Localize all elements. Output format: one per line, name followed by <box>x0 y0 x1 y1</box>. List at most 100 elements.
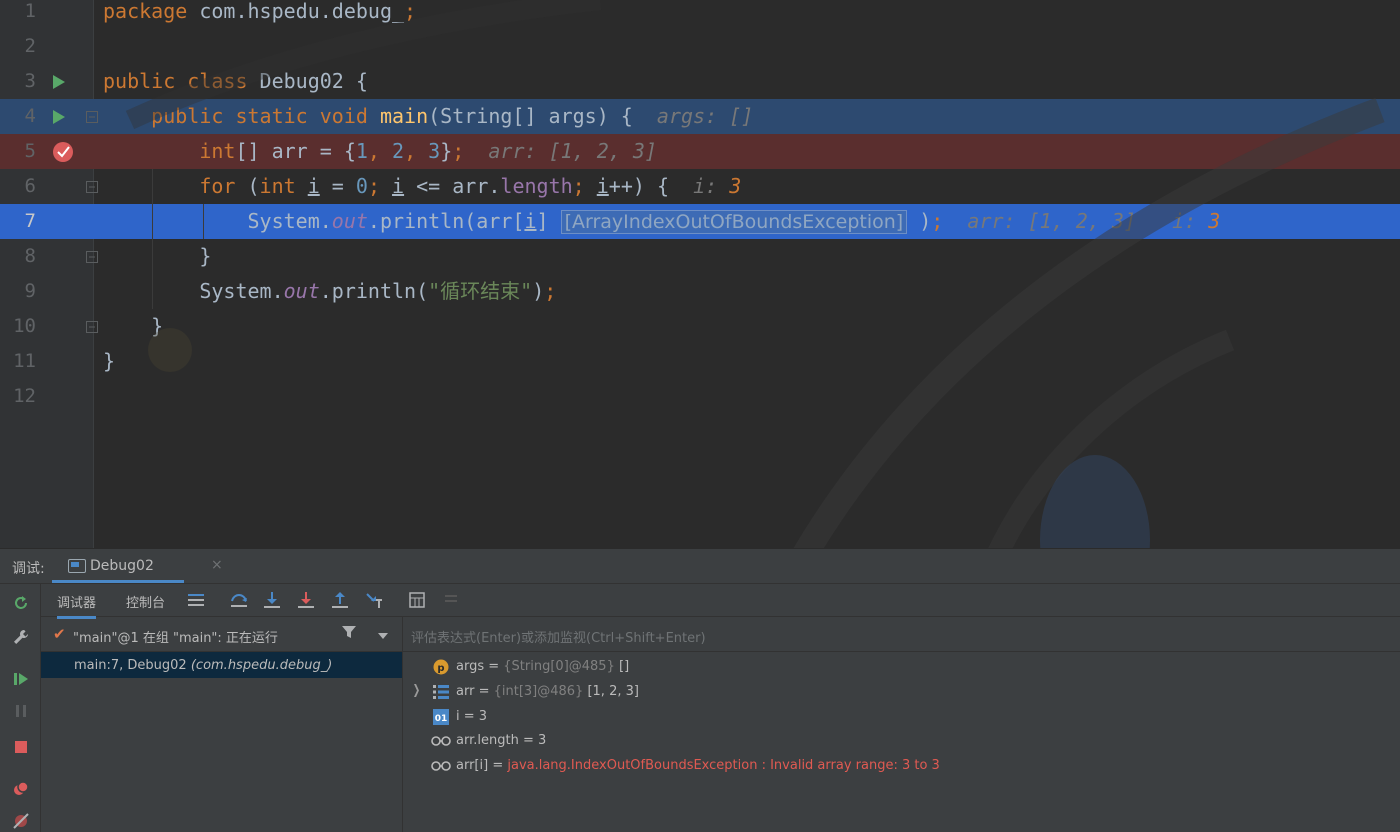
watch-icon <box>431 733 451 749</box>
variable-row[interactable]: arr[i] = java.lang.IndexOutOfBoundsExcep… <box>403 754 1400 779</box>
mute-breakpoints-icon[interactable] <box>12 812 30 830</box>
code-token: ++) { <box>608 174 694 198</box>
resume-icon[interactable] <box>12 670 30 688</box>
step-into-icon[interactable] <box>262 590 282 610</box>
code-token: ( <box>247 174 260 198</box>
inline-debug-value: args: [] <box>656 104 754 128</box>
code-line[interactable]: 4 public static void main(String[] args)… <box>0 99 1400 134</box>
wrench-icon[interactable] <box>12 628 30 646</box>
code-token: <= arr. <box>404 174 501 198</box>
line-number[interactable]: 6 <box>0 169 36 204</box>
code-line[interactable]: 3 public class Debug02 { <box>0 64 1400 99</box>
run-gutter-icon[interactable] <box>52 64 66 99</box>
code-line[interactable]: 1 package com.hspedu.debug_; <box>0 0 1400 29</box>
equals-sign: = <box>488 758 508 774</box>
debug-session-tab[interactable]: Debug02 × <box>52 549 223 583</box>
line-number[interactable]: 4 <box>0 99 36 134</box>
fold-icon[interactable] <box>86 239 98 274</box>
variable-name: arr <box>456 683 475 699</box>
code-token: , <box>404 139 429 163</box>
variable-row[interactable]: 01 i = 3 <box>403 705 1400 730</box>
code-token: package <box>103 0 200 23</box>
variable-text: arr.length = 3 <box>456 733 546 748</box>
code-token: } <box>440 139 453 163</box>
code-token: , <box>367 139 393 163</box>
code-token: 1 <box>355 139 368 163</box>
line-number[interactable]: 10 <box>0 309 36 344</box>
filter-icon[interactable] <box>341 624 357 644</box>
run-config-icon <box>68 559 86 573</box>
code-line[interactable]: 2 <box>0 29 1400 64</box>
tab-console[interactable]: 控制台 <box>126 592 165 611</box>
inline-debug-value: arr: [1, 2, 3] <box>488 139 657 163</box>
pause-icon[interactable] <box>12 702 30 720</box>
code-token: .println(arr[ <box>367 209 525 233</box>
view-breakpoints-icon[interactable] <box>12 780 30 798</box>
tab-debugger[interactable]: 调试器 <box>57 592 97 619</box>
rerun-icon[interactable] <box>12 594 30 612</box>
code-line[interactable]: 9 System.out.println("循环结束"); <box>0 274 1400 309</box>
line-number[interactable]: 3 <box>0 64 36 99</box>
check-icon: ✔ <box>53 625 66 643</box>
variable-value: 3 <box>537 733 547 749</box>
code-text: public static void main(String[] args) {… <box>103 99 753 134</box>
line-number[interactable]: 9 <box>0 274 36 309</box>
layout-menu-icon[interactable] <box>186 590 206 610</box>
close-icon[interactable]: × <box>211 557 223 573</box>
code-token: public class <box>103 69 260 93</box>
step-over-icon[interactable] <box>229 590 249 610</box>
variable-text: arr = {int[3]@486} [1, 2, 3] <box>456 684 639 699</box>
code-token: int <box>259 174 308 198</box>
inline-debug-value: arr: [1, 2, 3] i: <box>967 209 1209 233</box>
line-number[interactable]: 5 <box>0 134 36 169</box>
thread-label: "main"@1 在组 "main": 正在运行 <box>73 631 278 646</box>
breakpoint-icon[interactable] <box>52 134 74 169</box>
variable-row[interactable]: ❯ arr = {int[3]@486} [1, 2, 3] <box>403 680 1400 705</box>
code-line[interactable]: 6 for (int i = 0; i <= arr.length; i++) … <box>0 169 1400 204</box>
code-token: out <box>283 279 320 303</box>
step-out-icon[interactable] <box>330 590 350 610</box>
line-number[interactable]: 11 <box>0 344 36 379</box>
chevron-down-icon[interactable] <box>377 629 389 644</box>
trace-stream-icon[interactable] <box>441 590 461 610</box>
code-line[interactable]: 7 System.out.println(arr[i] [ArrayIndexO… <box>0 204 1400 239</box>
code-token: ; <box>544 279 557 303</box>
array-icon <box>433 684 449 700</box>
code-line[interactable]: 8 } <box>0 239 1400 274</box>
run-gutter-icon[interactable] <box>52 99 66 134</box>
evaluate-expression-icon[interactable] <box>407 590 427 610</box>
variable-type: {int[3]@486} <box>493 683 584 699</box>
fold-icon[interactable] <box>86 169 98 204</box>
primitive-icon: 01 <box>433 708 449 725</box>
stack-frame-selected[interactable]: main:7, Debug02 (com.hspedu.debug_) <box>41 652 402 678</box>
variable-row[interactable]: arr.length = 3 <box>403 729 1400 754</box>
code-line[interactable]: 11} <box>0 344 1400 379</box>
line-number[interactable]: 12 <box>0 379 36 414</box>
line-number[interactable]: 8 <box>0 239 36 274</box>
code-editor[interactable]: 1 package com.hspedu.debug_; 2 3 public clas… <box>0 0 1400 548</box>
line-number[interactable]: 7 <box>0 204 36 239</box>
debug-session-tab-label: Debug02 <box>90 558 154 574</box>
code-line[interactable]: 5 int[] arr = {1, 2, 3}; arr: [1, 2, 3] <box>0 134 1400 169</box>
expand-arrow-icon[interactable]: ❯ <box>413 683 421 698</box>
stop-icon[interactable] <box>12 738 30 756</box>
code-token: ; <box>931 209 968 233</box>
variable-value: 3 <box>478 708 488 724</box>
line-number[interactable]: 1 <box>0 0 36 29</box>
variable-text: args = {String[0]@485} [] <box>456 659 629 674</box>
code-token: Debug02 { <box>259 69 368 93</box>
code-line[interactable]: 10 } <box>0 309 1400 344</box>
fold-icon[interactable] <box>86 309 98 344</box>
variable-text: i = 3 <box>456 709 487 724</box>
line-number[interactable]: 2 <box>0 29 36 64</box>
evaluate-expression-field[interactable]: 评估表达式(Enter)或添加监视(Ctrl+Shift+Enter) <box>403 617 1400 652</box>
variable-error-value: java.lang.IndexOutOfBoundsException : In… <box>507 758 940 774</box>
fold-icon[interactable] <box>86 99 98 134</box>
code-line[interactable]: 12 <box>0 379 1400 414</box>
thread-selector[interactable]: ✔ "main"@1 在组 "main": 正在运行 <box>41 617 402 652</box>
code-token: } <box>103 314 164 338</box>
run-to-cursor-icon[interactable] <box>364 590 384 610</box>
code-text: package com.hspedu.debug_; <box>103 0 416 29</box>
force-step-into-icon[interactable] <box>296 590 316 610</box>
variable-row[interactable]: p args = {String[0]@485} [] <box>403 655 1400 680</box>
